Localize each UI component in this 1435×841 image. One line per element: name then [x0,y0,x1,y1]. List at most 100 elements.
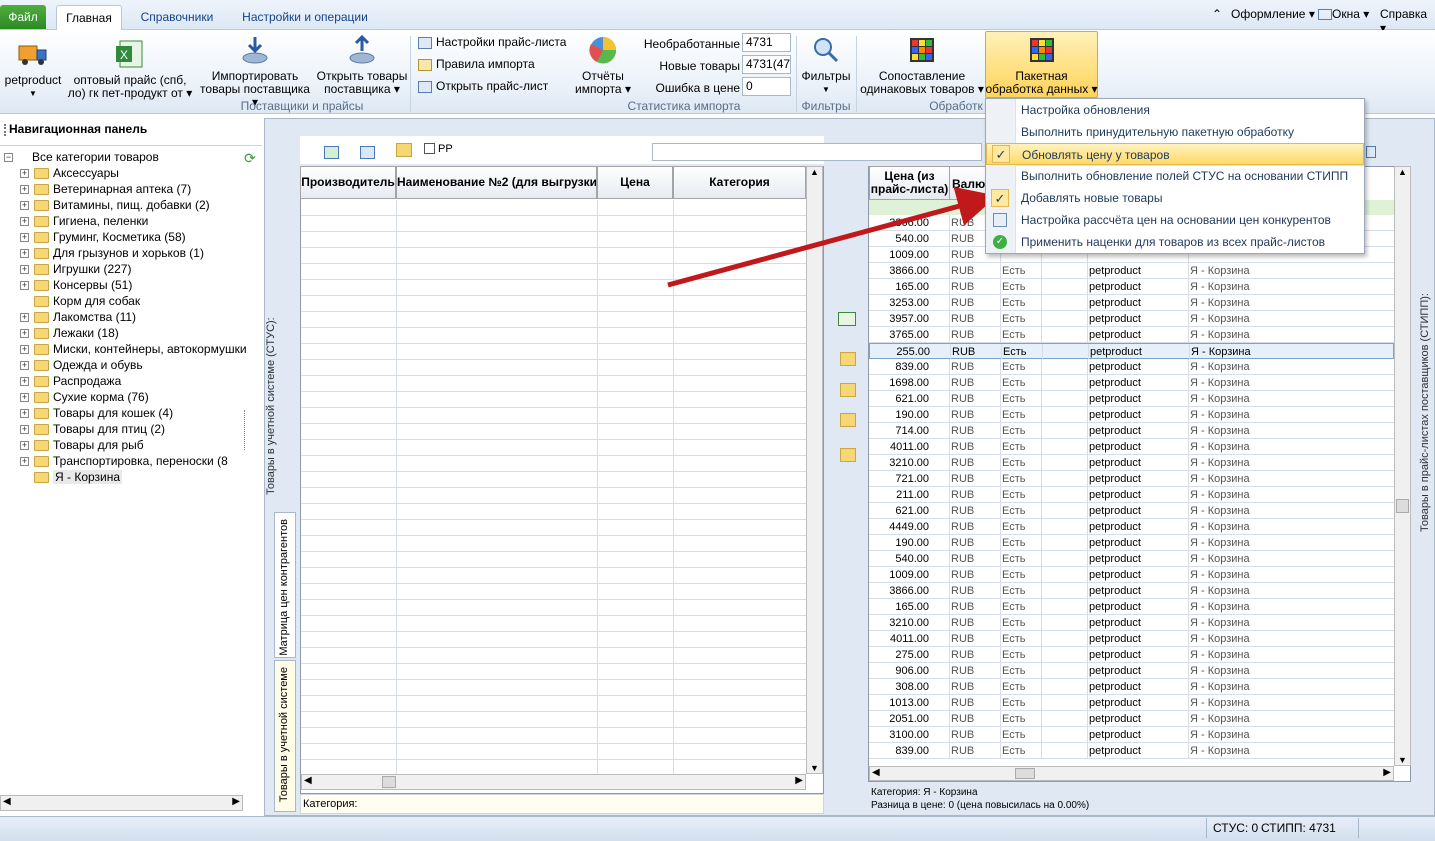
expand-icon[interactable]: + [20,233,29,243]
table-row[interactable] [301,408,806,424]
left-col-header[interactable]: Производитель [300,166,396,199]
expand-icon[interactable]: + [20,393,29,403]
table-row[interactable]: 3100.00 RUB Есть petproduct Я - Корзина [869,727,1394,743]
table-row[interactable]: 1013.00 RUB Есть petproduct Я - Корзина [869,695,1394,711]
table-row[interactable] [301,472,806,488]
wholesale-pricelist-button[interactable]: X оптовый прайс (спб, ло) гк пет-продукт… [66,38,194,100]
table-row[interactable]: 3210.00 RUB Есть petproduct Я - Корзина [869,455,1394,471]
open-pricelist-button[interactable]: Открыть прайс-лист [418,76,548,96]
open-supplier-products-button[interactable]: Открыть товары поставщика ▾ [316,34,408,96]
tree-item[interactable]: + Товары для птиц (2) [20,421,165,437]
table-row[interactable] [301,680,806,696]
tab-file[interactable]: Файл [0,5,46,29]
table-row[interactable] [301,520,806,536]
folder-search-icon[interactable] [840,448,856,462]
table-row[interactable] [301,552,806,568]
import-products-button[interactable]: Импортировать товары поставщика ▾ [196,34,314,109]
table-row[interactable] [301,296,806,312]
caret-up-icon[interactable]: ⌃ [1212,7,1222,21]
import-reports-button[interactable]: Отчёты импорта ▾ [572,34,634,96]
tree-item[interactable]: + Лакомства (11) [20,309,136,325]
table-row[interactable]: 165.00 RUB Есть petproduct Я - Корзина [869,599,1394,615]
table-row[interactable]: 1009.00 RUB Есть petproduct Я - Корзина [869,567,1394,583]
expand-icon[interactable]: + [20,169,29,179]
tree-item[interactable]: + Распродажа [20,373,121,389]
tree-item[interactable]: + Груминг, Косметика (58) [20,229,186,245]
table-row[interactable]: 1698.00 RUB Есть petproduct Я - Корзина [869,375,1394,391]
expand-icon[interactable]: + [20,425,29,435]
table-row[interactable] [301,392,806,408]
menu-update-prices[interactable]: ✓ Обновлять цену у товаров [986,143,1364,165]
scroll-thumb[interactable] [1015,768,1035,779]
expand-icon[interactable]: + [20,345,29,355]
table-row[interactable]: 721.00 RUB Есть petproduct Я - Корзина [869,471,1394,487]
table-row[interactable]: 190.00 RUB Есть petproduct Я - Корзина [869,535,1394,551]
table-row[interactable] [301,584,806,600]
tree-item[interactable]: + Гигиена, пеленки [20,213,148,229]
sort-icon[interactable] [360,146,375,159]
table-row[interactable] [301,488,806,504]
compare-products-button[interactable]: Сопоставление одинаковых товаров ▾ [860,34,984,96]
expand-icon[interactable]: + [20,409,29,419]
table-row[interactable]: 3253.00 RUB Есть petproduct Я - Корзина [869,295,1394,311]
table-row[interactable]: 211.00 RUB Есть petproduct Я - Корзина [869,487,1394,503]
table-row[interactable] [301,648,806,664]
expand-icon[interactable]: + [20,377,29,387]
unprocessed-field[interactable]: 4731 [742,33,791,52]
expand-icon[interactable]: + [20,201,29,211]
table-row[interactable] [301,632,806,648]
scroll-right-icon[interactable]: ▶ [795,775,803,786]
tree-item[interactable]: Корм для собак [20,293,140,309]
table-row[interactable] [301,424,806,440]
menu-add-new[interactable]: ✓ Добавлять новые товары [986,187,1364,209]
pricelist-settings-button[interactable]: Настройки прайс-листа [418,32,566,52]
tree-item[interactable]: + Игрушки (227) [20,261,131,277]
expand-icon[interactable]: + [20,217,29,227]
tree-item[interactable]: + Одежда и обувь [20,357,143,373]
table-row[interactable]: 839.00 RUB Есть petproduct Я - Корзина [869,743,1394,759]
filters-button[interactable]: Фильтры ▼ [800,34,852,96]
tree-root[interactable]: − Все категории товаров [4,149,159,165]
menu-apply-markups[interactable]: ✓ Применить наценки для товаров из всех п… [986,231,1364,253]
nav-hscrollbar[interactable]: ◀ ▶ [0,795,243,811]
folder-add-icon[interactable] [840,352,856,366]
petproduct-button[interactable]: petproduct ▼ [2,38,64,100]
left-col-header[interactable]: Наименование №2 (для выгрузки) [396,166,597,199]
expand-icon[interactable]: + [20,329,29,339]
tree-item[interactable]: + Для грызунов и хорьков (1) [20,245,204,261]
table-row[interactable] [301,568,806,584]
table-row[interactable]: 2051.00 RUB Есть petproduct Я - Корзина [869,711,1394,727]
tree-item[interactable]: + Сухие корма (76) [20,389,149,405]
priceerr-field[interactable]: 0 [742,77,791,96]
table-row[interactable] [301,312,806,328]
table-row[interactable] [301,344,806,360]
expand-icon[interactable]: + [20,265,29,275]
table-row[interactable] [301,360,806,376]
expand-icon[interactable]: + [20,361,29,371]
pp-checkbox[interactable] [424,143,435,154]
tree-item[interactable]: + Лежаки (18) [20,325,119,341]
right-vscrollbar[interactable]: ▲ ▼ [1394,166,1411,766]
table-row[interactable]: 714.00 RUB Есть petproduct Я - Корзина [869,423,1394,439]
table-row[interactable]: 255.00 RUB Есть petproduct Я - Корзина [869,343,1394,359]
expand-icon[interactable]: + [20,457,29,467]
scroll-right-icon[interactable]: ▶ [1383,767,1391,778]
newitems-field[interactable]: 4731(473 [742,55,791,74]
table-row[interactable] [301,456,806,472]
tree-item[interactable]: + Транспортировка, переноски (8 [20,453,228,469]
batch-processing-button[interactable]: Пакетная обработка данных ▾ [985,34,1098,96]
table-row[interactable]: 540.00 RUB Есть petproduct Я - Корзина [869,551,1394,567]
collapse-icon[interactable]: − [4,153,13,163]
expand-icon[interactable]: + [20,281,29,291]
folder-icon[interactable] [396,143,412,157]
tree-item[interactable]: + Товары для рыб [20,437,144,453]
table-row[interactable] [301,504,806,520]
tab-accounting[interactable]: Товары в учетной системе [274,660,296,812]
table-row[interactable]: 4449.00 RUB Есть petproduct Я - Корзина [869,519,1394,535]
table-row[interactable] [301,600,806,616]
left-hscrollbar[interactable]: ◀ ▶ [301,774,806,790]
expand-icon[interactable]: + [20,249,29,259]
scroll-left-icon[interactable]: ◀ [3,796,11,807]
scroll-left-icon[interactable]: ◀ [304,775,312,786]
table-row[interactable] [301,440,806,456]
